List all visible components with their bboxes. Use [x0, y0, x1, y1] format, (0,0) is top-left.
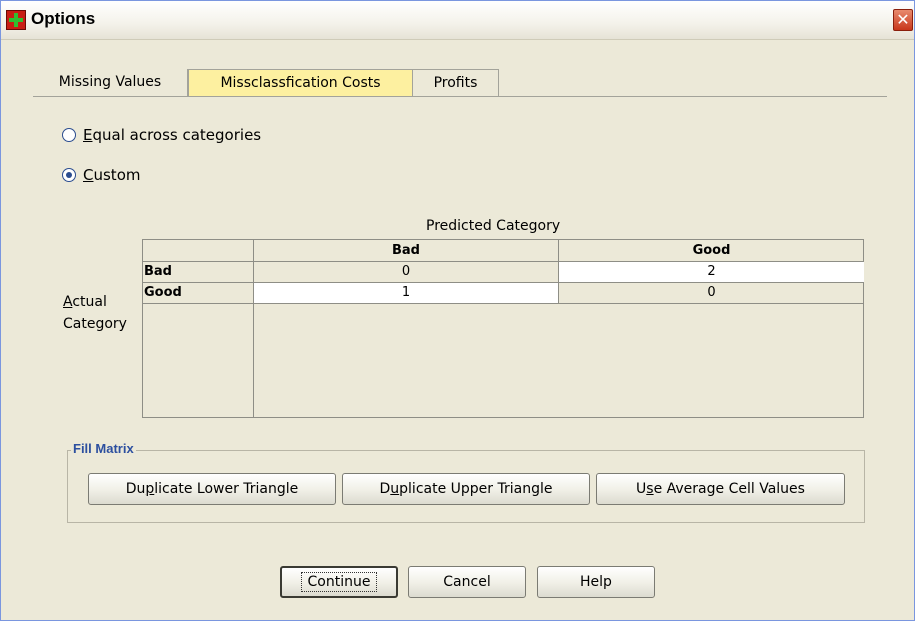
radio-label: Equal across categories — [83, 126, 262, 144]
cost-cell-bad-bad: 0 — [254, 262, 559, 283]
close-button[interactable]: ✕ — [893, 9, 913, 31]
corner-cell — [143, 240, 254, 262]
tab-label: Missclassfication Costs — [220, 75, 381, 91]
custom-radio[interactable]: Custom — [62, 166, 140, 184]
column-header-good: Good — [559, 240, 864, 262]
cost-matrix-table: Bad Good Bad 0 2 Good 1 0 — [142, 239, 864, 418]
row-header-bad: Bad — [143, 262, 254, 283]
radio-label: Custom — [83, 166, 141, 184]
cost-cell-bad-good[interactable]: 2 — [559, 262, 864, 283]
tab-profits[interactable]: Profits — [413, 69, 499, 97]
duplicate-lower-triangle-button[interactable]: Duplicate Lower Triangle — [88, 473, 336, 505]
column-header-bad: Bad — [254, 240, 559, 262]
tab-label: Profits — [433, 75, 478, 91]
spss-options-icon — [6, 10, 26, 30]
close-icon: ✕ — [896, 10, 910, 29]
duplicate-upper-triangle-button[interactable]: Duplicate Upper Triangle — [342, 473, 590, 505]
continue-button[interactable]: Continue — [280, 566, 398, 598]
cancel-button[interactable]: Cancel — [408, 566, 526, 598]
use-average-cell-values-button[interactable]: Use Average Cell Values — [596, 473, 845, 505]
tab-misclassification-costs[interactable]: Missclassfication Costs — [188, 69, 413, 97]
cost-cell-good-bad[interactable]: 1 — [254, 283, 559, 304]
cost-cell-good-good: 0 — [559, 283, 864, 304]
title-bar[interactable]: Options ✕ — [1, 1, 914, 40]
help-button[interactable]: Help — [537, 566, 655, 598]
dialog-title: Options — [31, 9, 96, 28]
row-header-good: Good — [143, 283, 254, 304]
row-header-column — [143, 304, 254, 417]
actual-category-label: Actual Category — [63, 294, 127, 332]
predicted-category-label: Predicted Category — [426, 218, 561, 234]
radio-checked-icon[interactable] — [62, 168, 76, 182]
tab-missing-values[interactable]: Missing Values — [33, 69, 188, 97]
fill-matrix-title: Fill Matrix — [71, 441, 136, 456]
options-dialog: Options ✕ Missing Values Missclassficati… — [0, 0, 915, 621]
tab-label: Missing Values — [58, 74, 162, 90]
tab-divider — [33, 96, 887, 97]
equal-across-categories-radio[interactable]: Equal across categories — [62, 126, 261, 144]
radio-unchecked-icon[interactable] — [62, 128, 76, 142]
